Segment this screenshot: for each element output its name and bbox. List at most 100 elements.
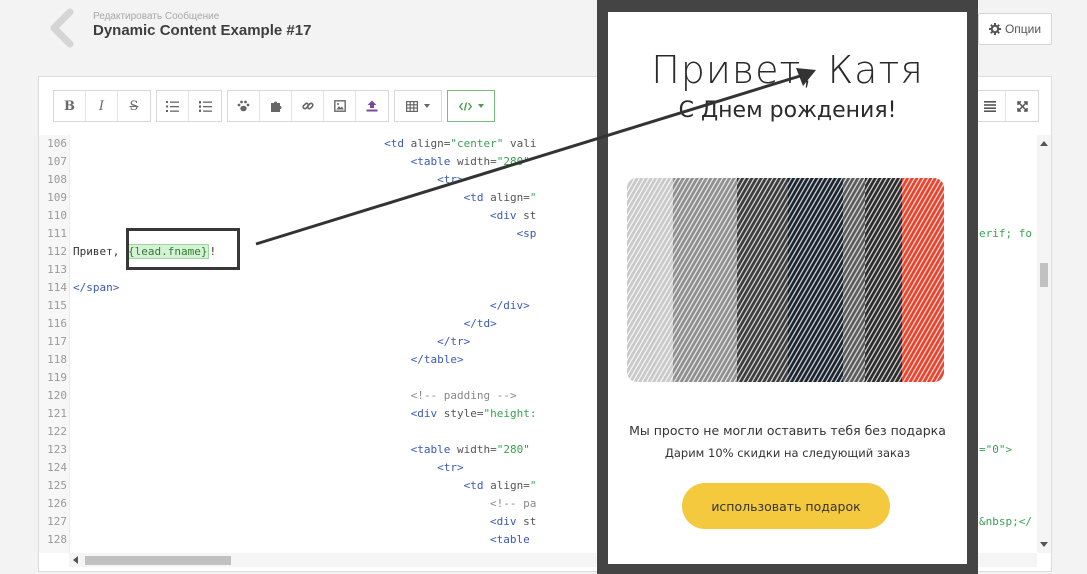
- line-number: 110: [47, 209, 67, 222]
- code-text: <td align=": [463, 479, 537, 492]
- code-text: <div st: [490, 209, 537, 222]
- code-text: <table width="280": [410, 155, 530, 168]
- expand-icon: [1016, 100, 1028, 112]
- token-button[interactable]: [228, 91, 260, 121]
- preview-body-line-2: Дарим 10% скидки на следующий заказ: [664, 446, 911, 460]
- code-fragment: ="0">: [979, 443, 1013, 456]
- line-number: 128: [47, 533, 67, 546]
- line-number: 124: [47, 461, 67, 474]
- line-number: 114: [47, 281, 67, 294]
- options-label: Опции: [1004, 22, 1042, 36]
- closing-tag: </div>: [490, 299, 530, 312]
- line-number: 126: [47, 497, 67, 510]
- preview-greeting: Привет, Катя: [651, 48, 924, 92]
- vertical-scrollbar[interactable]: [1037, 135, 1051, 553]
- image-button[interactable]: [324, 91, 356, 121]
- code-text: <table: [490, 533, 530, 546]
- bullet-list-icon: [166, 100, 179, 112]
- line-number: 123: [47, 443, 67, 456]
- upload-button[interactable]: [356, 91, 388, 121]
- page-title: Dynamic Content Example #17: [93, 22, 312, 39]
- line-number: 125: [47, 479, 67, 492]
- closing-tag: </tr>: [437, 335, 471, 348]
- closing-tag: </table>: [410, 353, 464, 366]
- image-icon: [333, 100, 346, 112]
- caret-down-icon: [424, 104, 430, 108]
- line-number: 109: [47, 191, 67, 204]
- table-dropdown-button[interactable]: [395, 91, 441, 121]
- code-text: <!-- padding -->: [410, 389, 517, 402]
- fullscreen-button[interactable]: [1006, 91, 1038, 121]
- numbered-list-button[interactable]: [189, 91, 221, 121]
- line-number: 115: [47, 299, 67, 312]
- puzzle-icon: [270, 101, 281, 112]
- sweater-stripe: [787, 178, 843, 382]
- email-preview: Привет, Катя С Днем рождения! Мы просто …: [608, 12, 967, 564]
- code-text: <sp: [516, 227, 537, 240]
- sweater-stripe: [672, 178, 738, 382]
- code-fragment: &nbsp;</: [979, 515, 1032, 528]
- line-number: 107: [47, 155, 67, 168]
- line-number: 122: [47, 425, 67, 438]
- line-number: 120: [47, 389, 67, 402]
- code-text: <!-- pa: [490, 497, 537, 510]
- line-number: 116: [47, 317, 67, 330]
- code-text: <div st: [490, 515, 537, 528]
- placeholder-highlight-box: [126, 228, 240, 270]
- dynamic-content-button[interactable]: [260, 91, 292, 121]
- code-view-dropdown-button[interactable]: [448, 91, 494, 121]
- closing-tag: </td>: [463, 317, 497, 330]
- line-number: 106: [47, 137, 67, 150]
- bold-button[interactable]: B: [54, 91, 86, 121]
- sweater-stripe: [737, 178, 788, 382]
- bullet-list-button[interactable]: [157, 91, 189, 121]
- sweater-stripe: [901, 178, 944, 382]
- back-chevron-icon[interactable]: [44, 8, 84, 48]
- code-text: <td align="center" vali: [384, 137, 537, 150]
- sweater-image: [627, 178, 944, 382]
- strikethrough-button[interactable]: S: [118, 91, 150, 121]
- link-icon: [301, 102, 314, 110]
- sweater-stripe: [842, 178, 865, 382]
- line-number: 118: [47, 353, 67, 366]
- use-gift-button[interactable]: использовать подарок: [682, 483, 890, 529]
- horizontal-scroll-thumb[interactable]: [85, 556, 231, 565]
- preview-subtitle: С Днем рождения!: [678, 98, 897, 123]
- line-number: 111: [47, 227, 67, 240]
- line-number: 121: [47, 407, 67, 420]
- table-icon: [406, 100, 418, 112]
- sweater-stripe: [864, 178, 902, 382]
- line-number: 117: [47, 335, 67, 348]
- editor-right-toolbar: [973, 90, 1039, 122]
- preview-body-line-1: Мы просто не могли оставить тебя без под…: [629, 423, 946, 438]
- gear-icon: [988, 23, 1001, 35]
- line-number: 129: [39, 549, 67, 553]
- link-button[interactable]: [292, 91, 324, 121]
- vertical-scroll-thumb[interactable]: [1040, 263, 1048, 287]
- sweater-stripe: [627, 178, 673, 382]
- numbered-list-icon: [198, 100, 212, 112]
- line-number: 112: [47, 245, 67, 258]
- options-button[interactable]: Опции: [978, 13, 1052, 45]
- code-text: </span>: [73, 281, 120, 294]
- code-text: <tr>: [437, 461, 464, 474]
- code-text: <td align=": [463, 191, 537, 204]
- line-number: 119: [47, 371, 67, 384]
- paw-icon: [237, 100, 250, 112]
- code-text: <div style="height:: [410, 407, 537, 420]
- code-text: <tr>: [437, 173, 464, 186]
- align-button[interactable]: [974, 91, 1006, 121]
- breadcrumb: Редактировать Сообщение: [93, 11, 220, 22]
- email-preview-frame: Привет, Катя С Днем рождения! Мы просто …: [597, 0, 978, 574]
- code-text: <table width="280": [410, 443, 530, 456]
- code-icon: [458, 101, 472, 111]
- line-number: 108: [47, 173, 67, 186]
- italic-button[interactable]: I: [86, 91, 118, 121]
- editor-toolbar: B I S: [53, 90, 500, 122]
- align-icon: [983, 101, 996, 112]
- line-number: 113: [47, 263, 67, 276]
- upload-icon: [366, 100, 378, 112]
- code-fragment: erif; fo: [979, 227, 1032, 240]
- caret-down-icon: [477, 104, 484, 108]
- line-number: 127: [47, 515, 67, 528]
